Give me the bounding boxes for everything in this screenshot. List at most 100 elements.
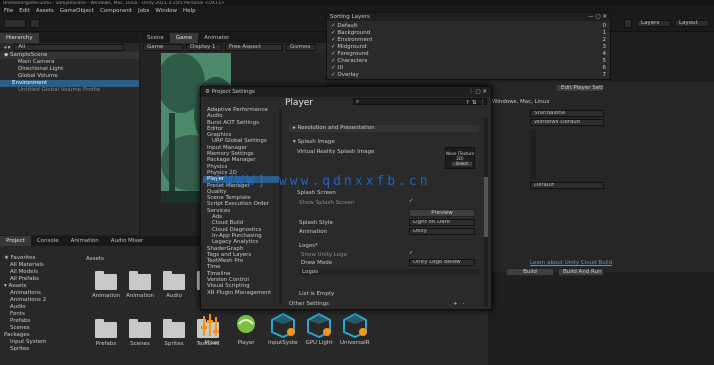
- search-icon[interactable]: [624, 19, 632, 28]
- menu-edit[interactable]: Edit: [19, 8, 30, 14]
- list-item[interactable]: ✓ Midground 3: [331, 43, 606, 50]
- nav-item[interactable]: XR Plugin Management: [203, 290, 279, 296]
- add-icon[interactable]: +▾: [3, 45, 10, 51]
- build-and-run-button[interactable]: Build And Run: [558, 268, 604, 276]
- build-button[interactable]: Build: [506, 268, 554, 276]
- asset-item[interactable]: Player: [232, 312, 260, 346]
- tree-item[interactable]: All Prefabs: [0, 276, 80, 283]
- tab-scene[interactable]: Scene: [141, 33, 170, 43]
- menu-help[interactable]: Help: [183, 8, 196, 14]
- list-item[interactable]: ✓ Environment 2: [331, 36, 606, 43]
- list-item[interactable]: ✓ Characters 5: [331, 57, 606, 64]
- tree-item[interactable]: All Models: [0, 269, 80, 276]
- preset-icon[interactable]: ⇅: [472, 100, 477, 106]
- breadcrumb[interactable]: Assets: [86, 256, 104, 262]
- menu-file[interactable]: File: [4, 8, 13, 14]
- layout-dropdown[interactable]: Layout: [675, 20, 709, 27]
- deploy-dropdown[interactable]: Default: [530, 182, 604, 189]
- asset-item[interactable]: Sprites: [160, 319, 188, 347]
- asset-item[interactable]: Animations2: [126, 271, 154, 299]
- tree-item[interactable]: Animations: [0, 290, 80, 297]
- list-item[interactable]: ✓ Overlay 7: [331, 71, 606, 78]
- project-tree: ★ Favorites All Materials All Models All…: [0, 255, 80, 365]
- splash-image-section[interactable]: ▾ Splash Image: [289, 139, 479, 146]
- menu-assets[interactable]: Assets: [36, 8, 54, 14]
- tab-project[interactable]: Project: [0, 236, 31, 246]
- settings-nav-scrollbar[interactable]: [279, 109, 282, 305]
- splash-style-dropdown[interactable]: Light on Dark: [409, 219, 475, 226]
- tree-item[interactable]: Packages: [0, 332, 80, 339]
- tree-item[interactable]: Animations 2: [0, 297, 80, 304]
- edit-player-settings-button[interactable]: Edit Player Settings: [556, 84, 604, 92]
- asset-item[interactable]: Animations: [92, 271, 120, 299]
- display-dropdown[interactable]: Display 1: [186, 44, 222, 51]
- tree-item[interactable]: Fonts: [0, 311, 80, 318]
- more-icon[interactable]: ⋮: [480, 100, 486, 106]
- menu-gameobject[interactable]: GameObject: [60, 8, 94, 14]
- asset-item[interactable]: InputSystem: [268, 312, 298, 346]
- preview-button[interactable]: Preview: [409, 209, 475, 217]
- layers-dropdown[interactable]: Layers: [637, 20, 671, 27]
- animation-dropdown[interactable]: Dolly: [409, 228, 475, 235]
- hierarchy-scene[interactable]: ◆ SampleScene: [0, 52, 139, 59]
- tab-audio-mixer[interactable]: Audio Mixer: [105, 236, 149, 246]
- list-item[interactable]: ✓ Foreground 4: [331, 50, 606, 57]
- display-mode-dropdown[interactable]: Game: [143, 44, 183, 51]
- select-button[interactable]: Select: [450, 161, 473, 167]
- resolution-dropdown[interactable]: Free Aspect: [225, 44, 283, 51]
- menu-window[interactable]: Window: [155, 8, 177, 14]
- game-toolbar: Game Display 1 Free Aspect Gizmos: [141, 43, 326, 52]
- folder-icon: [129, 319, 151, 338]
- tree-item[interactable]: Scenes: [0, 325, 80, 332]
- settings-scrollbar-thumb[interactable]: [484, 177, 488, 237]
- hierarchy-item-selected[interactable]: Environment: [0, 80, 139, 87]
- window-controls-icon[interactable]: — ▢ ✕: [588, 14, 607, 20]
- list-item[interactable]: ✓ UI 6: [331, 64, 606, 71]
- menu-component[interactable]: Component: [100, 8, 132, 14]
- tab-animation[interactable]: Animation: [65, 236, 105, 246]
- asset-item[interactable]: GPU Light: [304, 312, 334, 346]
- resolution-section[interactable]: ▸ Resolution and Presentation: [289, 125, 479, 132]
- tree-item[interactable]: Input System: [0, 339, 80, 346]
- account-button[interactable]: [4, 19, 26, 28]
- tree-item-favorites[interactable]: ★ Favorites: [0, 255, 80, 262]
- settings-scrollbar[interactable]: [484, 117, 488, 307]
- hierarchy-item[interactable]: Global Volume: [0, 73, 139, 80]
- cloud-build-link[interactable]: Learn about Unity Cloud Build: [530, 260, 612, 266]
- asset-item[interactable]: Mixer: [198, 312, 226, 346]
- remove-item-button[interactable]: -: [463, 301, 465, 307]
- nav-item[interactable]: Script Execution Order: [203, 201, 279, 207]
- tree-item[interactable]: Prefabs: [0, 318, 80, 325]
- vr-splash-field[interactable]: None (Texture 2D) Select: [445, 147, 475, 169]
- hierarchy-item[interactable]: Directional Light: [0, 66, 139, 73]
- tree-item[interactable]: Audio: [0, 304, 80, 311]
- asset-item[interactable]: Audio: [160, 271, 188, 299]
- tab-hierarchy[interactable]: Hierarchy: [0, 33, 39, 43]
- tab-animator[interactable]: Animator: [198, 33, 235, 43]
- list-item[interactable]: ✓ Background 1: [331, 29, 606, 36]
- show-splash-checkbox[interactable]: ✓: [409, 199, 414, 204]
- hierarchy-item[interactable]: Untitled Global Volume Profile: [0, 87, 139, 94]
- add-item-button[interactable]: +: [453, 301, 458, 307]
- compression-dropdown[interactable]: Windows Default: [530, 119, 604, 126]
- gizmos-dropdown[interactable]: Gizmos: [286, 44, 316, 51]
- menu-jobs[interactable]: Jobs: [138, 8, 149, 14]
- hierarchy-item[interactable]: Main Camera: [0, 59, 139, 66]
- window-controls-icon[interactable]: ⋮ ▢ ✕: [468, 89, 487, 95]
- tab-console[interactable]: Console: [31, 236, 65, 246]
- asset-item[interactable]: Scenes: [126, 319, 154, 347]
- tab-game[interactable]: Game: [169, 33, 199, 43]
- other-settings-label[interactable]: Other Settings: [289, 301, 329, 307]
- texture-format-dropdown[interactable]: Standalone: [530, 110, 604, 117]
- tree-item[interactable]: Sprites: [0, 346, 80, 353]
- draw-mode-dropdown[interactable]: Unity Logo Below: [409, 259, 475, 266]
- tree-item-assets[interactable]: ▾ Assets: [0, 283, 80, 290]
- cloud-icon[interactable]: [30, 19, 40, 28]
- hierarchy-search[interactable]: All: [14, 44, 125, 51]
- tree-item[interactable]: All Materials: [0, 262, 80, 269]
- asset-item[interactable]: UniversalRP: [340, 312, 370, 346]
- help-icon[interactable]: ?: [466, 100, 469, 106]
- asset-item[interactable]: Prefabs: [92, 319, 120, 347]
- show-unity-logo-checkbox[interactable]: ✓: [409, 251, 414, 256]
- list-item[interactable]: ✓ Default 0: [331, 22, 606, 29]
